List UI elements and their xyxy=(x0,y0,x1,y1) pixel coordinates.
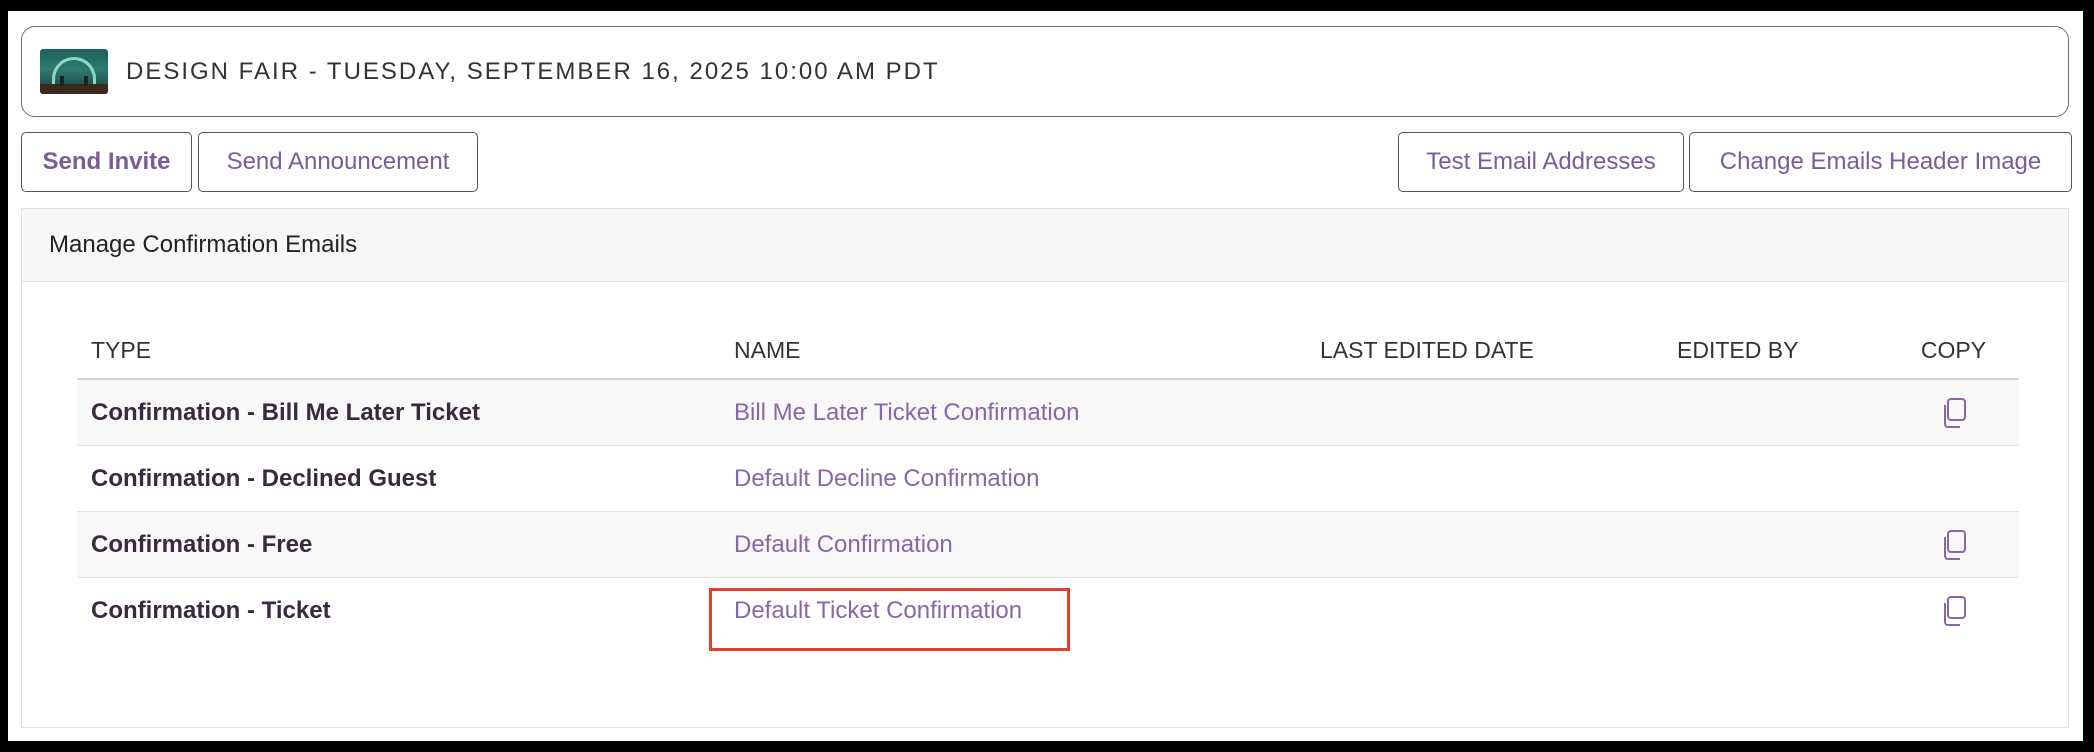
highlight-box xyxy=(709,588,1070,651)
panel-title: Manage Confirmation Emails xyxy=(22,209,2068,282)
email-name-link[interactable]: Bill Me Later Ticket Confirmation xyxy=(734,399,1079,426)
copy-icon[interactable] xyxy=(1940,529,1968,561)
table-row: Confirmation - Bill Me Later Ticket Bill… xyxy=(77,379,2019,446)
page-frame: DESIGN FAIR - TUESDAY, SEPTEMBER 16, 202… xyxy=(8,11,2083,741)
row-type: Confirmation - Ticket xyxy=(91,596,331,624)
column-header-edited-by: EDITED BY xyxy=(1663,322,1888,380)
email-name-link[interactable]: Default Confirmation xyxy=(734,531,953,558)
table-row: Confirmation - Declined Guest Default De… xyxy=(77,445,2019,512)
email-name-link[interactable]: Default Decline Confirmation xyxy=(734,465,1039,492)
event-title: DESIGN FAIR - TUESDAY, SEPTEMBER 16, 202… xyxy=(126,58,940,85)
send-announcement-button[interactable]: Send Announcement xyxy=(198,132,478,192)
row-copy-empty xyxy=(1888,445,2019,512)
column-header-name: NAME xyxy=(720,322,1306,380)
event-header: DESIGN FAIR - TUESDAY, SEPTEMBER 16, 202… xyxy=(21,26,2069,117)
send-invite-button[interactable]: Send Invite xyxy=(21,132,192,192)
copy-icon[interactable] xyxy=(1940,397,1968,429)
row-last-edited xyxy=(1306,445,1663,512)
column-header-last-edited: LAST EDITED DATE xyxy=(1306,322,1663,380)
event-thumbnail xyxy=(40,49,108,94)
table-row: Confirmation - Free Default Confirmation xyxy=(77,511,2019,578)
row-type: Confirmation - Free xyxy=(77,511,720,578)
change-header-image-button[interactable]: Change Emails Header Image xyxy=(1689,132,2072,192)
column-header-type: TYPE xyxy=(77,322,720,380)
row-type: Confirmation - Declined Guest xyxy=(77,445,720,512)
row-edited-by xyxy=(1663,511,1888,578)
row-last-edited xyxy=(1306,379,1663,446)
column-header-copy: COPY xyxy=(1888,322,2019,380)
row-edited-by xyxy=(1663,445,1888,512)
row-edited-by xyxy=(1663,379,1888,446)
row-last-edited xyxy=(1306,511,1663,578)
row-last-edited xyxy=(1306,578,1663,644)
copy-icon[interactable] xyxy=(1940,595,1968,627)
test-email-addresses-button[interactable]: Test Email Addresses xyxy=(1398,132,1684,192)
row-type: Confirmation - Bill Me Later Ticket xyxy=(77,379,720,446)
row-edited-by xyxy=(1663,578,1888,644)
table-header-row: TYPE NAME LAST EDITED DATE EDITED BY COP… xyxy=(77,322,2019,380)
